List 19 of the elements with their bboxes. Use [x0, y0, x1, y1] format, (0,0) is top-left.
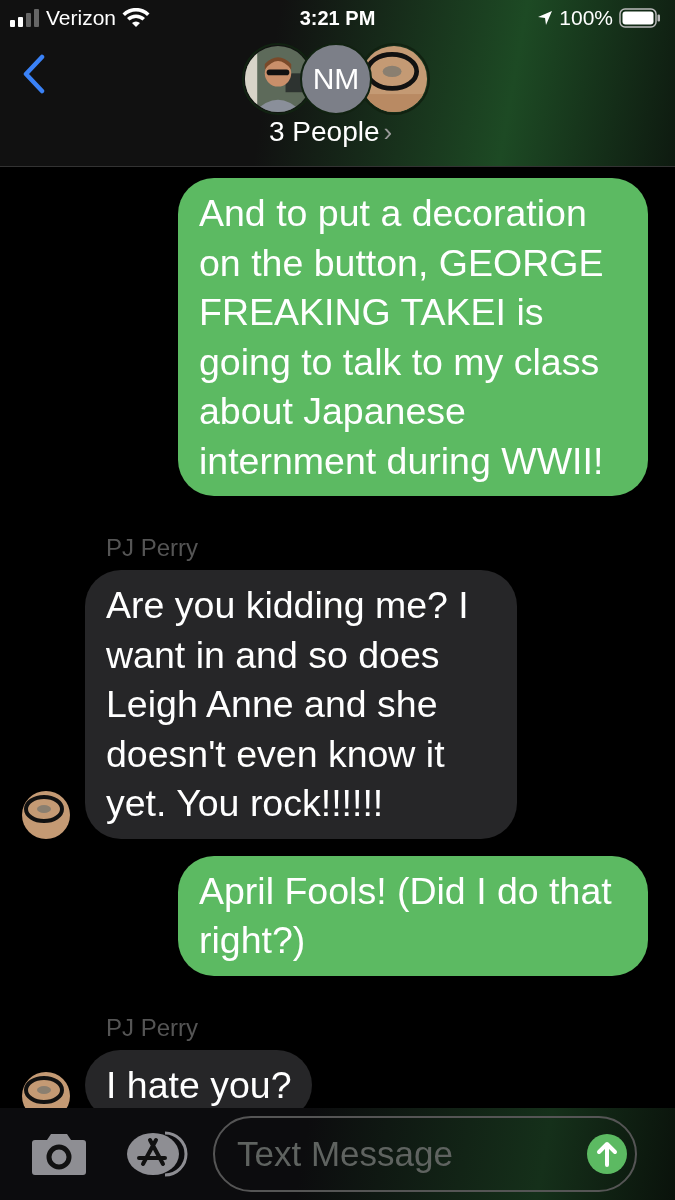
- sent-message: And to put a decoration on the button, GEORGE FREAKING TAKEI is going to talk to my class about Japanese internment during WWII!: [178, 178, 648, 496]
- battery-percentage: 100%: [559, 6, 613, 30]
- signal-icon: [10, 9, 40, 27]
- sent-message: April Fools! (Did I do that right?): [178, 855, 648, 976]
- clock-time: 3:21 PM: [299, 6, 376, 30]
- contact-avatar[interactable]: NM: [300, 43, 372, 115]
- app-store-icon[interactable]: [125, 1131, 189, 1177]
- location-arrow-icon: [537, 10, 554, 26]
- wifi-icon: [122, 8, 151, 28]
- sender-name: PJ Perry: [105, 1013, 199, 1042]
- received-message: Are you kidding me? I want in and so does Leigh Anne and she doesn't even know it yet. You rock!!!!!!: [85, 570, 517, 839]
- send-icon[interactable]: [587, 1134, 627, 1174]
- camera-icon[interactable]: [31, 1132, 87, 1176]
- message-field[interactable]: Text Message: [213, 1116, 637, 1192]
- battery-icon: [619, 8, 661, 28]
- carrier-name: Verizon: [46, 6, 117, 30]
- back-icon[interactable]: [22, 54, 46, 94]
- sender-name: PJ Perry: [105, 534, 199, 562]
- conversation-title[interactable]: 3 People›: [269, 116, 393, 148]
